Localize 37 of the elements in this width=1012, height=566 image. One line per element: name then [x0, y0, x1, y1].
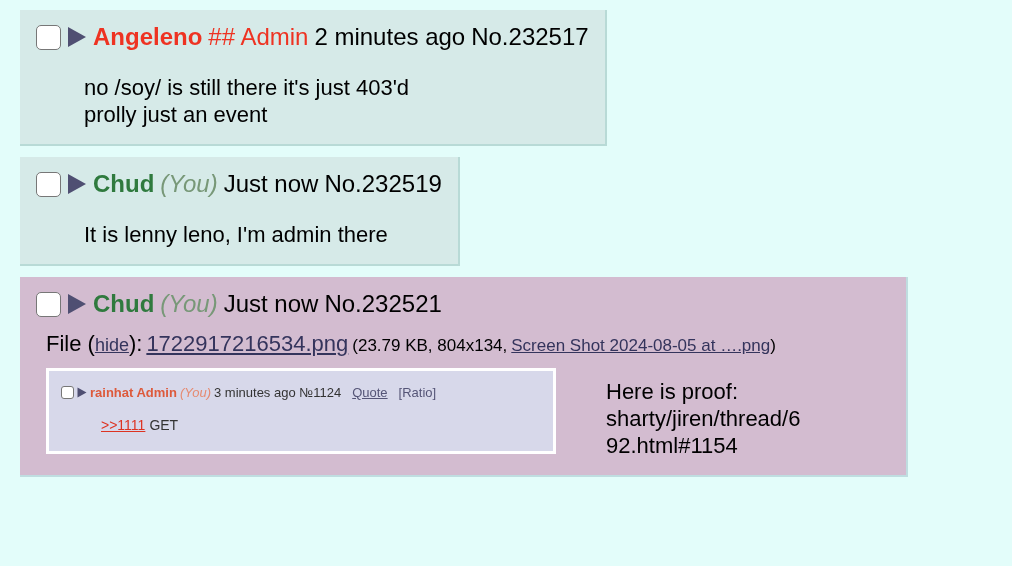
capcode: ## Admin	[208, 22, 309, 52]
post-number[interactable]: No.232517	[471, 22, 589, 52]
attached-screenshot[interactable]: rainhat Admin (You) 3 minutes ago №1124 Quote [Ratio] >>1111 GET	[46, 368, 556, 454]
post-message: It is lenny leno, I'm admin there	[84, 221, 388, 248]
you-label: (You)	[160, 289, 218, 319]
post-time: Just now	[223, 169, 319, 199]
expand-triangle-icon[interactable]	[77, 387, 87, 399]
expand-triangle-icon[interactable]	[67, 173, 87, 195]
post-number[interactable]: No.232519	[324, 169, 442, 199]
poster-name: Chud	[93, 169, 155, 199]
you-label: (You)	[179, 384, 211, 402]
hide-link[interactable]: hide	[94, 332, 129, 359]
post-number[interactable]: No.232521	[324, 289, 442, 319]
post-body: GET	[149, 415, 179, 435]
checkbox[interactable]	[36, 24, 61, 50]
post-message: no /soy/ is still there it's just 403'd prolly just an event	[84, 74, 410, 128]
ratio-link[interactable]: [Ratio]	[398, 383, 437, 403]
poster-name: rainhat Admin	[90, 384, 177, 402]
file-label-end: ):	[128, 330, 143, 358]
poster-name: Angeleno	[93, 22, 203, 52]
checkbox[interactable]	[36, 171, 61, 197]
quote-link[interactable]: Quote	[352, 383, 388, 403]
checkbox[interactable]	[61, 386, 74, 400]
you-label: (You)	[160, 169, 218, 199]
file-info-end: )	[770, 335, 776, 357]
poster-name: Chud	[93, 289, 155, 319]
file-link[interactable]: 1722917216534.png	[146, 327, 349, 360]
file-label: File (	[46, 330, 95, 358]
expand-triangle-icon[interactable]	[67, 26, 87, 48]
file-info: (23.79 KB, 804x134,	[352, 335, 508, 357]
post-message: Here is proof: sharty/jiren/thread/6 92.html#1154	[606, 378, 801, 459]
post-time: Just now	[223, 289, 319, 319]
checkbox[interactable]	[36, 291, 61, 317]
post-time: 3 minutes ago №1124	[214, 384, 342, 402]
expand-triangle-icon[interactable]	[67, 293, 87, 315]
original-filename-link[interactable]: Screen Shot 2024-08-05 at ….png	[511, 333, 771, 359]
post-time: 2 minutes ago	[314, 22, 466, 52]
